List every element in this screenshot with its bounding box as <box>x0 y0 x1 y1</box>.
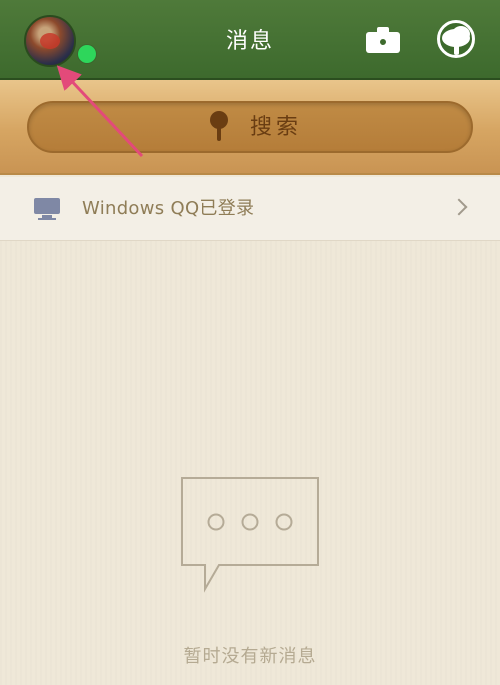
empty-state-text: 暂时没有新消息 <box>183 646 317 667</box>
camera-icon[interactable] <box>366 25 400 53</box>
computer-icon <box>34 198 60 220</box>
message-bubble-icon <box>181 477 319 593</box>
pin-icon <box>208 111 230 141</box>
tree-logo-icon[interactable] <box>437 20 475 58</box>
chevron-right-icon <box>452 199 468 219</box>
empty-message-area <box>0 241 500 685</box>
qq-login-text: Windows QQ已登录 <box>82 198 255 219</box>
page-title: 消息 <box>225 29 274 54</box>
top-bar: 消息 <box>0 0 500 80</box>
search-label: 搜索 <box>250 115 303 140</box>
